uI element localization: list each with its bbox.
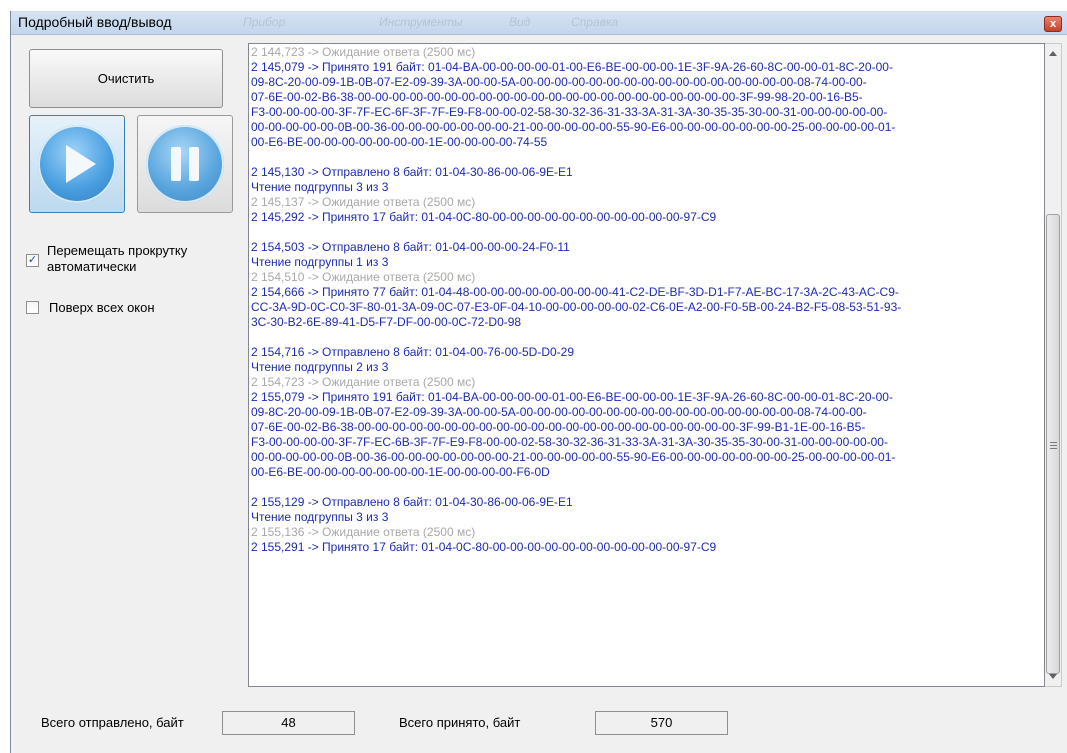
autoscroll-label[interactable]: Перемещать прокрутку автоматически [47, 243, 187, 275]
log-line: 2 144,723 -> Ожидание ответа (2500 мс) [251, 45, 476, 59]
log-line: 09-8C-20-00-09-1B-0B-07-E2-09-39-3A-00-0… [251, 75, 867, 89]
background-menu-item: Инструменты [379, 15, 463, 29]
log-line: F3-00-00-00-00-3F-7F-EC-6B-3F-7F-E9-F8-0… [251, 435, 888, 449]
scroll-up-icon[interactable] [1049, 51, 1057, 56]
close-button[interactable]: x [1044, 16, 1062, 32]
log-line: 3C-30-B2-6E-89-41-D5-F7-DF-00-00-0C-72-D… [251, 315, 522, 329]
io-log-content: 2 144,723 -> Ожидание ответа (2500 мс) 2 … [251, 45, 1041, 555]
log-line: F3-00-00-00-00-3F-7F-EC-6F-3F-7F-E9-F8-0… [251, 105, 888, 119]
log-line: 2 154,716 -> Отправлено 8 байт: 01-04-00… [251, 345, 575, 359]
log-line: Чтение подгруппы 3 из 3 [251, 510, 389, 524]
detailed-io-window: Подробный ввод/вывод Прибор Инструменты … [10, 11, 1067, 753]
received-total-value: 570 [595, 711, 728, 735]
log-line: 2 145,079 -> Принято 191 байт: 01-04-BA-… [251, 60, 893, 74]
io-log-textbox[interactable]: 2 144,723 -> Ожидание ответа (2500 мс) 2 … [248, 43, 1045, 687]
log-line: 2 145,292 -> Принято 17 байт: 01-04-0C-8… [251, 210, 717, 224]
scroll-down-icon[interactable] [1049, 674, 1057, 679]
log-line: 2 154,723 -> Ожидание ответа (2500 мс) [251, 375, 476, 389]
log-line: 2 154,510 -> Ожидание ответа (2500 мс) [251, 270, 476, 284]
log-line: 07-6E-00-02-B6-38-00-00-00-00-00-00-00-0… [251, 90, 863, 104]
log-line: 00-E6-BE-00-00-00-00-00-00-00-1E-00-00-0… [251, 465, 550, 479]
log-line: CC-3A-9D-0C-C0-3F-80-01-3A-09-0C-07-E3-0… [251, 300, 902, 314]
log-line: 2 155,136 -> Ожидание ответа (2500 мс) [251, 525, 476, 539]
log-scrollbar[interactable] [1045, 43, 1062, 687]
log-line: 2 154,503 -> Отправлено 8 байт: 01-04-00… [251, 240, 570, 254]
topmost-checkbox[interactable] [26, 301, 39, 314]
log-line: 2 155,129 -> Отправлено 8 байт: 01-04-30… [251, 495, 573, 509]
autoscroll-label-line2: автоматически [47, 259, 137, 274]
received-total-label: Всего принято, байт [399, 715, 521, 730]
log-line: 00-E6-BE-00-00-00-00-00-00-00-1E-00-00-0… [251, 135, 548, 149]
clear-button[interactable]: Очистить [29, 49, 223, 108]
close-icon: x [1049, 18, 1057, 30]
window-title: Подробный ввод/вывод [18, 14, 172, 30]
sent-total-label: Всего отправлено, байт [41, 715, 184, 730]
background-menu-item: Прибор [243, 15, 286, 29]
pause-icon [146, 125, 224, 203]
log-line: 2 145,130 -> Отправлено 8 байт: 01-04-30… [251, 165, 573, 179]
log-line: 2 145,137 -> Ожидание ответа (2500 мс) [251, 195, 476, 209]
background-menu-item: Справка [571, 15, 619, 29]
topmost-label[interactable]: Поверх всех окон [49, 300, 155, 316]
log-line: 2 155,291 -> Принято 17 байт: 01-04-0C-8… [251, 540, 717, 554]
log-line: 09-8C-20-00-09-1B-0B-07-E2-09-39-3A-00-0… [251, 405, 867, 419]
log-line: 00-00-00-00-00-0B-00-36-00-00-00-00-00-0… [251, 120, 896, 134]
log-line: Чтение подгруппы 2 из 3 [251, 360, 389, 374]
log-spacer [251, 150, 1041, 165]
log-line: Чтение подгруппы 1 из 3 [251, 255, 389, 269]
log-line: 2 155,079 -> Принято 191 байт: 01-04-BA-… [251, 390, 893, 404]
sent-total-value: 48 [222, 711, 355, 735]
scroll-thumb[interactable] [1046, 214, 1060, 674]
autoscroll-label-line1: Перемещать прокрутку [47, 243, 188, 258]
play-button[interactable] [29, 115, 125, 213]
log-line: 2 154,666 -> Принято 77 байт: 01-04-48-0… [251, 285, 899, 299]
log-spacer [251, 225, 1041, 240]
log-line: Чтение подгруппы 3 из 3 [251, 180, 389, 194]
play-icon [38, 125, 116, 203]
log-line: 07-6E-00-02-B6-38-00-00-00-00-00-00-00-0… [251, 420, 866, 434]
log-spacer [251, 480, 1041, 495]
title-bar[interactable]: Подробный ввод/вывод Прибор Инструменты … [11, 11, 1067, 35]
pause-button[interactable] [137, 115, 233, 213]
autoscroll-checkbox[interactable]: ✓ [26, 254, 39, 267]
log-spacer [251, 330, 1041, 345]
log-line: 00-00-00-00-00-0B-00-36-00-00-00-00-00-0… [251, 450, 896, 464]
background-menu-item: Вид [509, 15, 531, 29]
